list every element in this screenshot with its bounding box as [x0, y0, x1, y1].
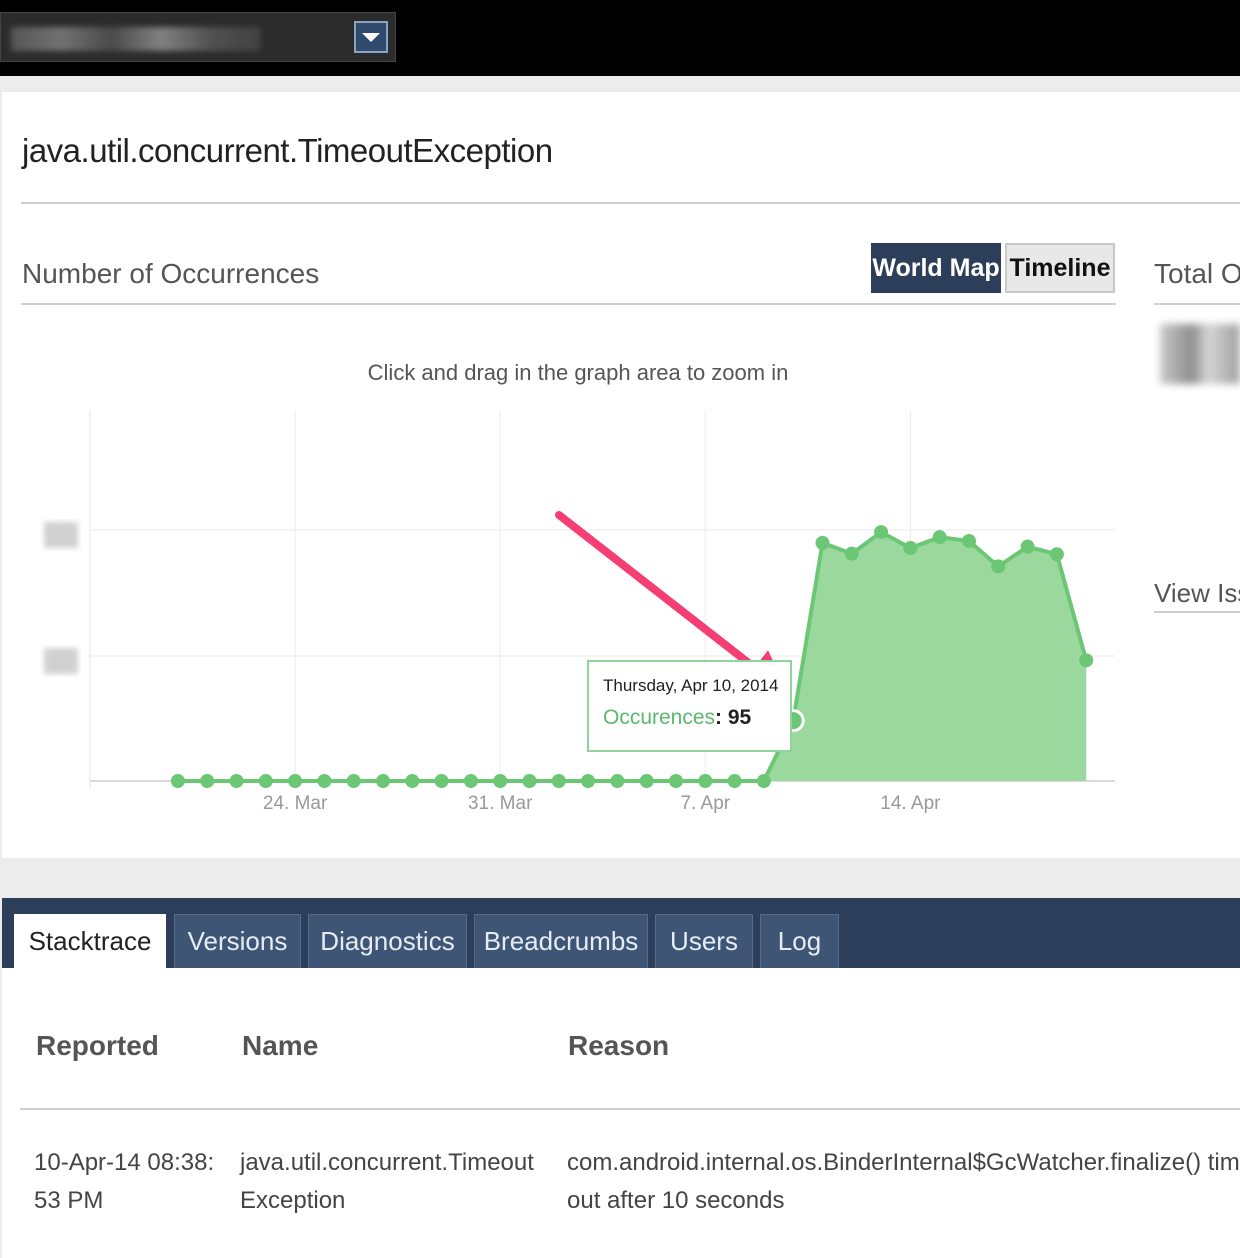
tab-breadcrumbs[interactable]: Breadcrumbs	[474, 914, 648, 968]
column-header-reported: Reported	[36, 1030, 159, 1061]
data-point	[463, 774, 478, 788]
tooltip-value: 95	[727, 706, 752, 729]
data-point	[844, 546, 859, 561]
total-occurrences-title: Total Oc	[1154, 258, 1240, 289]
app-selector[interactable]	[0, 12, 396, 62]
cell-reason-line: out after 10 seconds	[567, 1187, 785, 1214]
blurred-y-axis-labels	[44, 522, 78, 674]
data-point	[434, 774, 449, 788]
data-point	[493, 774, 508, 788]
data-point	[698, 774, 713, 788]
cell-reason: com.android.internal.os.BinderInternal$G…	[567, 1144, 1240, 1220]
cell-name-line: Exception	[240, 1187, 346, 1214]
detail-tabs: Stacktrace Versions Diagnostics Breadcru…	[2, 898, 1240, 968]
data-point	[581, 774, 596, 788]
cell-reported: 10-Apr-14 08:38: 53 PM	[34, 1144, 234, 1220]
data-point	[288, 774, 303, 788]
tab-versions[interactable]: Versions	[174, 914, 301, 968]
cell-name-line: java.util.concurrent.Timeout	[240, 1149, 534, 1176]
blurred-y-label	[44, 522, 78, 548]
tab-diagnostics[interactable]: Diagnostics	[308, 914, 467, 968]
tooltip-label: Occurences	[603, 706, 716, 729]
data-point	[258, 774, 273, 788]
stacktrace-panel: Reported Name Reason 10-Apr-14 08:38: 53…	[2, 968, 1240, 1258]
chart-tooltip: Thursday, Apr 10, 2014 Occurences: 95	[587, 660, 792, 752]
data-point	[1049, 547, 1064, 562]
x-tick-label: 14. Apr	[880, 793, 941, 814]
data-point	[669, 774, 683, 788]
x-tick-label: 31. Mar	[468, 793, 533, 814]
data-point	[346, 774, 361, 788]
data-point	[522, 774, 537, 788]
data-point	[610, 774, 625, 788]
data-point	[903, 540, 918, 555]
tooltip-date: Thursday, Apr 10, 2014	[603, 676, 779, 695]
data-point	[991, 559, 1006, 574]
blurred-y-label	[44, 648, 78, 674]
data-point	[200, 774, 215, 788]
data-point	[229, 774, 244, 788]
data-point	[639, 774, 654, 788]
data-point	[874, 525, 889, 540]
chevron-down-icon	[362, 32, 380, 42]
data-point	[551, 774, 566, 788]
blurred-total-value	[1160, 324, 1240, 384]
x-tick-label: 7. Apr	[680, 793, 730, 814]
arrow-shaft	[555, 511, 759, 672]
blurred-app-name	[11, 27, 261, 51]
occurrences-chart[interactable]: 24. Mar 31. Mar 7. Apr 14. Apr	[2, 92, 1152, 858]
column-header-reason: Reason	[568, 1030, 670, 1061]
divider	[1154, 303, 1240, 305]
data-point	[170, 774, 185, 788]
tab-users[interactable]: Users	[655, 914, 753, 968]
tooltip-occurrences: Occurences: 95	[603, 706, 790, 730]
tab-log[interactable]: Log	[760, 914, 839, 968]
data-point	[815, 535, 830, 550]
data-point	[1020, 539, 1035, 554]
divider	[20, 1108, 1240, 1110]
issue-card: java.util.concurrent.TimeoutException Nu…	[2, 92, 1240, 858]
data-point	[1079, 653, 1094, 668]
data-point	[405, 774, 420, 788]
data-point	[756, 774, 771, 788]
cell-reported-line: 53 PM	[34, 1187, 104, 1214]
tooltip-separator: :	[715, 706, 728, 729]
x-tick-label: 24. Mar	[263, 793, 328, 814]
data-point	[376, 774, 390, 788]
data-point	[317, 774, 332, 788]
column-header-name: Name	[242, 1030, 319, 1061]
view-issues-link[interactable]: View Iss	[1154, 578, 1240, 613]
data-point	[932, 530, 947, 545]
cell-reason-line: com.android.internal.os.BinderInternal$G…	[567, 1149, 1240, 1176]
x-axis-ticks: 24. Mar 31. Mar 7. Apr 14. Apr	[263, 793, 941, 814]
cell-name: java.util.concurrent.Timeout Exception	[240, 1144, 560, 1220]
tab-stacktrace[interactable]: Stacktrace	[14, 914, 166, 968]
app-selector-dropdown-button[interactable]	[354, 21, 388, 53]
cell-reported-line: 10-Apr-14 08:38:	[34, 1149, 215, 1176]
data-point	[727, 774, 742, 788]
top-bar	[0, 0, 1240, 76]
data-point	[962, 533, 976, 548]
